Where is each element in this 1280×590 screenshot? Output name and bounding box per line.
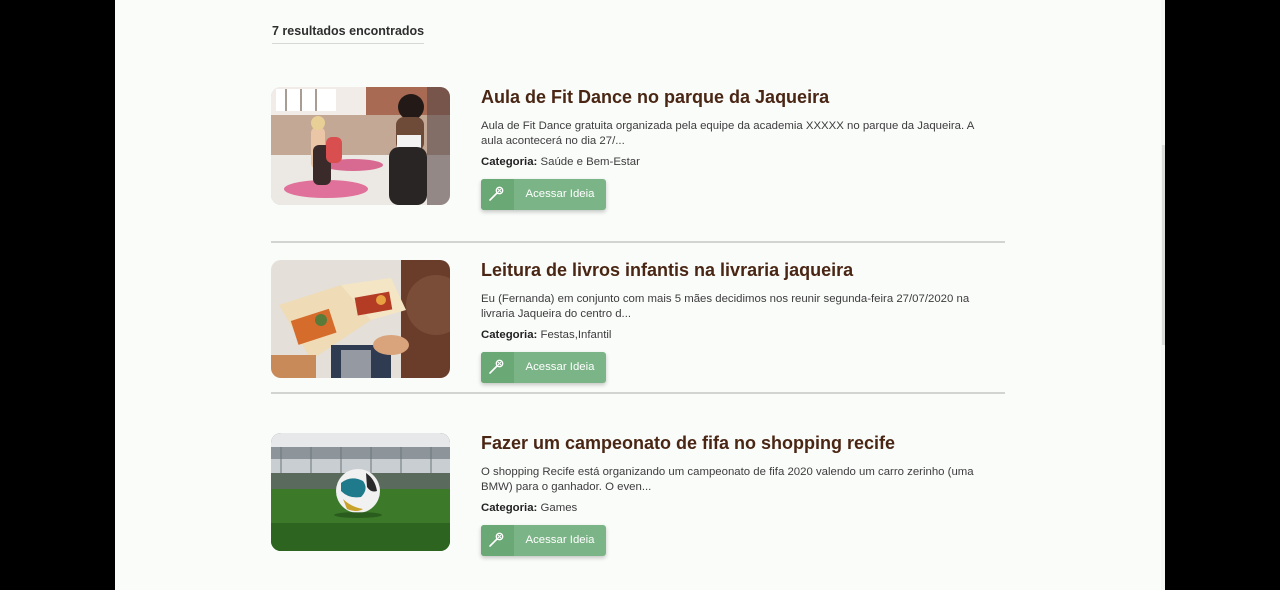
- idea-title[interactable]: Aula de Fit Dance no parque da Jaqueira: [481, 87, 829, 108]
- category-label: Categoria:: [481, 329, 538, 341]
- category-value: Games: [540, 502, 578, 514]
- results-count: 7 resultados encontrados: [272, 24, 425, 44]
- scrollbar[interactable]: [1161, 0, 1165, 590]
- access-idea-button[interactable]: Acessar Ideia: [481, 525, 606, 556]
- idea-category: Categoria: Games: [481, 502, 577, 514]
- divider: [271, 392, 1005, 394]
- idea-category: Categoria: Saúde e Bem-Estar: [481, 156, 640, 168]
- idea-card: Fazer um campeonato de fifa no shopping …: [271, 433, 1005, 556]
- idea-description: Eu (Fernanda) em conjunto com mais 5 mãe…: [481, 293, 970, 320]
- idea-title[interactable]: Fazer um campeonato de fifa no shopping …: [481, 433, 895, 454]
- idea-icon: [481, 352, 514, 383]
- scrollbar-thumb[interactable]: [1162, 145, 1165, 345]
- idea-image-fitness[interactable]: [271, 87, 450, 205]
- divider: [271, 241, 1005, 243]
- idea-icon: [481, 179, 514, 210]
- access-idea-button[interactable]: Acessar Ideia: [481, 179, 606, 210]
- access-idea-label: Acessar Ideia: [525, 361, 595, 373]
- category-label: Categoria:: [481, 156, 538, 168]
- idea-category: Categoria: Festas,Infantil: [481, 329, 611, 341]
- access-idea-button[interactable]: Acessar Ideia: [481, 352, 606, 383]
- results-page: 7 resultados encontrados Aula de Fit Dan…: [115, 0, 1165, 590]
- idea-image-soccer[interactable]: [271, 433, 450, 551]
- access-idea-label: Acessar Ideia: [525, 534, 595, 546]
- idea-card: Aula de Fit Dance no parque da Jaqueira …: [271, 87, 1005, 210]
- category-label: Categoria:: [481, 502, 538, 514]
- idea-card: Leitura de livros infantis na livraria j…: [271, 260, 1005, 383]
- idea-description: O shopping Recife está organizando um ca…: [481, 466, 974, 493]
- category-value: Festas,Infantil: [540, 329, 612, 341]
- idea-icon: [481, 525, 514, 556]
- category-value: Saúde e Bem-Estar: [540, 156, 640, 168]
- idea-description: Aula de Fit Dance gratuita organizada pe…: [481, 120, 974, 147]
- idea-title[interactable]: Leitura de livros infantis na livraria j…: [481, 260, 853, 281]
- idea-image-reading[interactable]: [271, 260, 450, 378]
- access-idea-label: Acessar Ideia: [525, 188, 595, 200]
